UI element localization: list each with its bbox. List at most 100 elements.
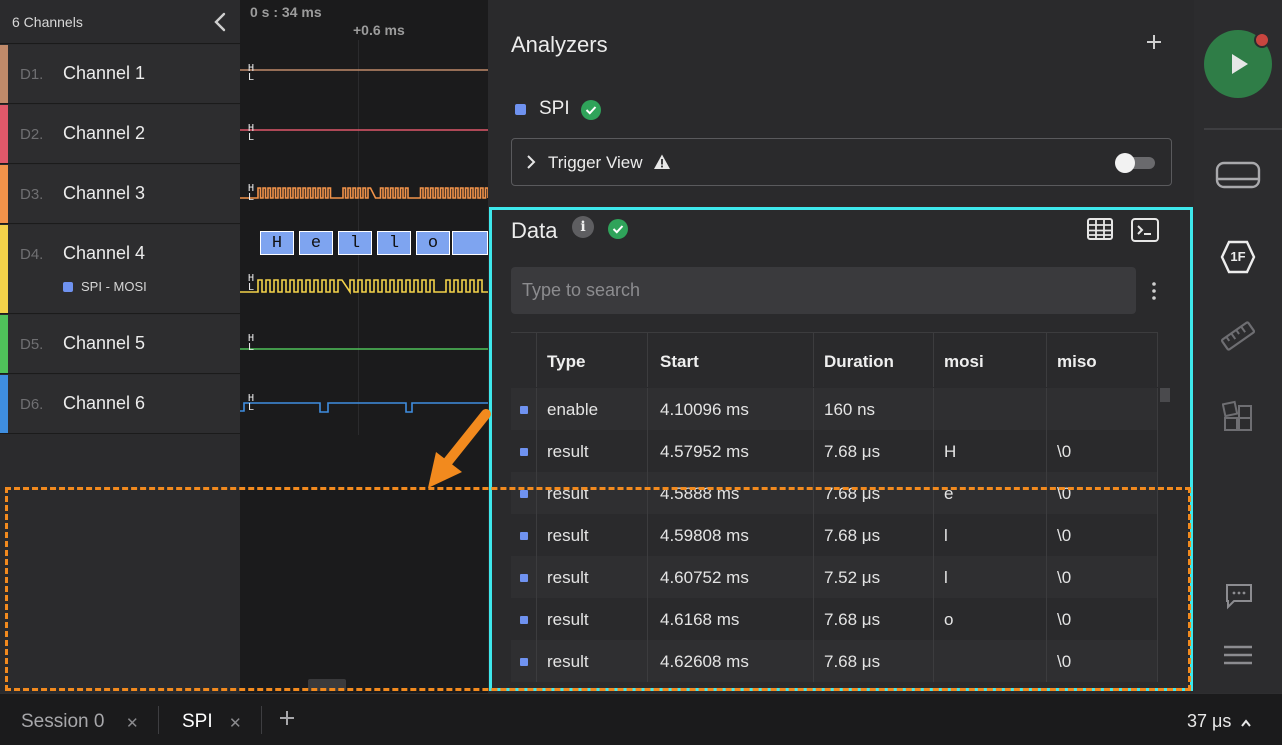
ruler-icon[interactable] — [1220, 318, 1256, 354]
check-circle-icon — [581, 100, 601, 120]
table-cell — [934, 514, 1047, 556]
cell-value: result — [547, 568, 589, 587]
right-toolbar: 1F — [1194, 0, 1282, 693]
plus-icon[interactable] — [277, 708, 297, 728]
decoded-byte[interactable]: o — [416, 231, 450, 255]
cell-value: l — [944, 526, 948, 545]
cell-value: l — [944, 568, 948, 587]
cell-value: 7.68 μs — [824, 442, 881, 461]
decoded-byte[interactable]: l — [338, 231, 372, 255]
channel-trace — [240, 279, 488, 295]
chevron-up-icon[interactable] — [1240, 718, 1252, 728]
cell-value: result — [547, 484, 589, 503]
column-header: Duration — [824, 352, 894, 371]
channel-id: D3. — [20, 186, 44, 203]
table-row[interactable]: result 4.6168 ms 7.68 μs o \0 — [511, 598, 1158, 640]
channel-row[interactable]: D4. Channel 4 SPI - MOSI — [0, 225, 240, 314]
chevron-left-icon[interactable] — [210, 10, 230, 34]
hex-1f-icon[interactable]: 1F — [1220, 240, 1256, 274]
channel-id: D4. — [20, 246, 44, 263]
waveform-view[interactable]: 0 s : 34 ms +0.6 ms H LH LH LH LH LH L H… — [240, 0, 488, 693]
channel-row[interactable]: D3. Channel 3 — [0, 165, 240, 224]
terminal-icon[interactable] — [1130, 217, 1160, 243]
cell-value: result — [547, 526, 589, 545]
plus-icon[interactable] — [1144, 30, 1164, 54]
waveform-scrollbar[interactable] — [308, 679, 346, 691]
table-cell — [934, 388, 1047, 430]
channel-row[interactable]: D1. Channel 1 — [0, 45, 240, 104]
channel-color-stripe — [0, 315, 8, 373]
cell-value: result — [547, 610, 589, 629]
time-per-division[interactable]: 37 μs — [1187, 711, 1231, 732]
decoded-byte[interactable] — [452, 231, 488, 255]
channel-id: D5. — [20, 336, 44, 353]
channel-row[interactable]: D6. Channel 6 — [0, 375, 240, 434]
table-scrollbar[interactable] — [1160, 388, 1170, 402]
extensions-icon[interactable] — [1222, 400, 1254, 432]
chevron-right-icon[interactable] — [524, 153, 538, 171]
tab-spi[interactable]: SPI — [182, 711, 213, 733]
table-row[interactable]: result 4.60752 ms 7.52 μs l \0 — [511, 556, 1158, 598]
waveform-traces — [240, 69, 488, 413]
high-low-marker: H L — [248, 123, 255, 143]
cell-value: 4.10096 ms — [660, 400, 749, 419]
trigger-view-label: Trigger View — [548, 153, 643, 172]
bottom-bar: Session 0 ✕ SPI ✕ 37 μs — [0, 693, 1282, 745]
row-color-swatch — [520, 658, 528, 666]
channel-name[interactable]: Channel 2 — [63, 123, 145, 144]
cell-value: 4.57952 ms — [660, 442, 749, 461]
channel-analyzer-tag: SPI - MOSI — [63, 279, 147, 294]
cell-value: enable — [547, 400, 599, 419]
table-row[interactable]: result 4.62608 ms 7.68 μs \0 — [511, 640, 1158, 682]
cell-value: 7.68 μs — [824, 484, 881, 503]
menu-icon[interactable] — [1222, 643, 1254, 667]
table-row[interactable]: result 4.5888 ms 7.68 μs e \0 — [511, 472, 1158, 514]
channel-list: 6 Channels D1. Channel 1 D2. Channel 2 D3. Ch… — [0, 0, 240, 693]
device-icon[interactable] — [1214, 158, 1262, 192]
decoded-byte[interactable]: e — [299, 231, 333, 255]
cell-value: \0 — [1057, 442, 1072, 461]
trigger-view-toggle[interactable] — [1115, 153, 1155, 173]
search-input[interactable] — [511, 267, 1136, 314]
channel-id: D6. — [20, 396, 44, 413]
channel-name[interactable]: Channel 5 — [63, 333, 145, 354]
channel-name[interactable]: Channel 4 — [63, 243, 145, 264]
close-icon[interactable]: ✕ — [229, 714, 242, 732]
info-icon[interactable]: i — [572, 216, 594, 238]
toggle-knob — [1115, 153, 1135, 173]
channel-trace — [240, 187, 488, 199]
tab-divider — [158, 706, 159, 734]
row-color-swatch — [520, 406, 528, 414]
analyzers-title: Analyzers — [511, 32, 608, 57]
toolbar-divider — [1204, 128, 1282, 130]
channel-id: D2. — [20, 126, 44, 143]
hex-1f-label: 1F — [1230, 249, 1246, 264]
cell-value: 7.68 μs — [824, 526, 881, 545]
row-color-swatch — [520, 448, 528, 456]
channel-list-empty-area — [0, 435, 240, 693]
more-options-icon[interactable] — [1146, 280, 1162, 302]
analyzer-spi-label[interactable]: SPI — [539, 98, 570, 120]
trigger-view-row[interactable]: Trigger View — [511, 138, 1172, 186]
decoded-byte[interactable]: l — [377, 231, 411, 255]
channel-row[interactable]: D5. Channel 5 — [0, 315, 240, 374]
channel-row[interactable]: D2. Channel 2 — [0, 105, 240, 164]
close-icon[interactable]: ✕ — [126, 714, 139, 732]
table-row[interactable]: result 4.59808 ms 7.68 μs l \0 — [511, 514, 1158, 556]
channel-name[interactable]: Channel 3 — [63, 183, 145, 204]
cell-value: \0 — [1057, 526, 1072, 545]
table-header-row: Type Start Duration mosi miso — [511, 332, 1158, 387]
row-color-swatch — [520, 574, 528, 582]
chat-icon[interactable] — [1224, 582, 1254, 610]
decoded-byte[interactable]: H — [260, 231, 294, 255]
channel-name[interactable]: Channel 1 — [63, 63, 145, 84]
table-grid-icon[interactable] — [1086, 217, 1114, 241]
channel-color-stripe — [0, 45, 8, 103]
table-row[interactable]: enable 4.10096 ms 160 ns — [511, 388, 1158, 430]
channel-color-stripe — [0, 225, 8, 313]
tab-session-0[interactable]: Session 0 — [21, 711, 104, 733]
channel-analyzer-label: SPI - MOSI — [81, 279, 147, 294]
run-button[interactable] — [1204, 30, 1272, 98]
channel-name[interactable]: Channel 6 — [63, 393, 145, 414]
table-row[interactable]: result 4.57952 ms 7.68 μs H \0 — [511, 430, 1158, 472]
